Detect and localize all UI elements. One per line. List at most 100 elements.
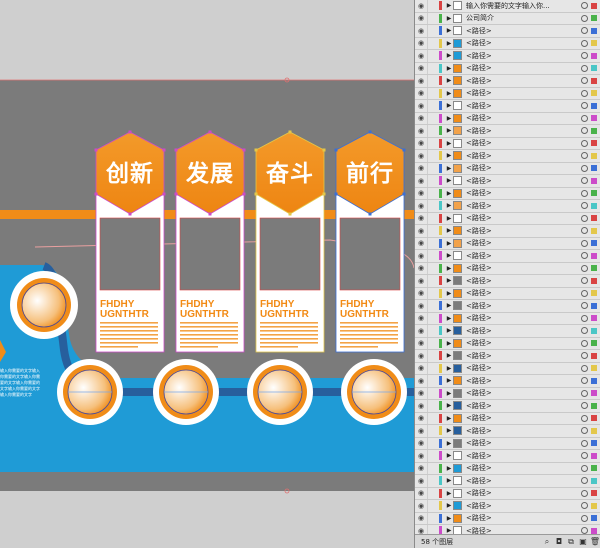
visibility-eye-icon[interactable]: ◉ <box>415 388 427 400</box>
layer-row[interactable]: ◉ ▶ <路径> <box>415 362 600 375</box>
selection-square[interactable] <box>591 127 597 134</box>
expand-arrow-icon[interactable]: ▶ <box>445 515 453 522</box>
visibility-eye-icon[interactable]: ◉ <box>415 300 427 312</box>
selection-square[interactable] <box>591 90 597 97</box>
layer-row[interactable]: ◉ ▶ <路径> <box>415 500 600 513</box>
make-clipping-mask-icon[interactable]: ◘ <box>553 537 565 546</box>
expand-arrow-icon[interactable]: ▶ <box>445 215 453 222</box>
lock-toggle[interactable] <box>427 225 437 237</box>
expand-arrow-icon[interactable]: ▶ <box>445 240 453 247</box>
target-circle-icon[interactable] <box>581 52 588 60</box>
layer-row[interactable]: ◉ ▶ <路径> <box>415 237 600 250</box>
expand-arrow-icon[interactable]: ▶ <box>445 377 453 384</box>
layer-row[interactable]: ◉ ▶ <路径> <box>415 100 600 113</box>
lock-toggle[interactable] <box>427 500 437 512</box>
lock-toggle[interactable] <box>427 12 437 24</box>
visibility-eye-icon[interactable]: ◉ <box>415 175 427 187</box>
selection-square[interactable] <box>591 77 597 84</box>
lock-toggle[interactable] <box>427 112 437 124</box>
target-circle-icon[interactable] <box>581 364 588 372</box>
expand-arrow-icon[interactable]: ▶ <box>445 302 453 309</box>
expand-arrow-icon[interactable]: ▶ <box>445 327 453 334</box>
selection-square[interactable] <box>591 140 597 147</box>
expand-arrow-icon[interactable]: ▶ <box>445 15 453 22</box>
visibility-eye-icon[interactable]: ◉ <box>415 113 427 125</box>
visibility-eye-icon[interactable]: ◉ <box>415 363 427 375</box>
selection-square[interactable] <box>591 365 597 372</box>
target-circle-icon[interactable] <box>581 289 588 297</box>
target-circle-icon[interactable] <box>581 177 588 185</box>
layer-row[interactable]: ◉ ▶ <路径> <box>415 512 600 525</box>
lock-toggle[interactable] <box>427 187 437 199</box>
target-circle-icon[interactable] <box>581 314 588 322</box>
visibility-eye-icon[interactable]: ◉ <box>415 438 427 450</box>
locate-object-icon[interactable]: ⌕ <box>541 537 553 547</box>
lock-toggle[interactable] <box>427 62 437 74</box>
selection-square[interactable] <box>591 165 597 172</box>
visibility-eye-icon[interactable]: ◉ <box>415 288 427 300</box>
layer-row[interactable]: ◉ ▶ <路径> <box>415 287 600 300</box>
target-circle-icon[interactable] <box>581 202 588 210</box>
expand-arrow-icon[interactable]: ▶ <box>445 340 453 347</box>
visibility-eye-icon[interactable]: ◉ <box>415 325 427 337</box>
expand-arrow-icon[interactable]: ▶ <box>445 252 453 259</box>
target-circle-icon[interactable] <box>581 127 588 135</box>
target-circle-icon[interactable] <box>581 489 588 497</box>
target-circle-icon[interactable] <box>581 77 588 85</box>
lock-toggle[interactable] <box>427 450 437 462</box>
selection-square[interactable] <box>591 352 597 359</box>
lock-toggle[interactable] <box>427 512 437 524</box>
lock-toggle[interactable] <box>427 412 437 424</box>
lock-toggle[interactable] <box>427 150 437 162</box>
selection-square[interactable] <box>591 277 597 284</box>
selection-square[interactable] <box>591 240 597 247</box>
new-sublayer-icon[interactable]: ⧉ <box>565 537 577 547</box>
layer-row[interactable]: ◉ ▶ <路径> <box>415 275 600 288</box>
target-circle-icon[interactable] <box>581 277 588 285</box>
layer-row[interactable]: ◉ ▶ <路径> <box>415 150 600 163</box>
lock-toggle[interactable] <box>427 362 437 374</box>
lock-toggle[interactable] <box>427 100 437 112</box>
target-circle-icon[interactable] <box>581 352 588 360</box>
lock-toggle[interactable] <box>427 400 437 412</box>
expand-arrow-icon[interactable]: ▶ <box>445 290 453 297</box>
selection-square[interactable] <box>591 152 597 159</box>
target-circle-icon[interactable] <box>581 39 588 47</box>
target-circle-icon[interactable] <box>581 302 588 310</box>
selection-square[interactable] <box>591 27 597 34</box>
layer-row[interactable]: ◉ ▶ <路径> <box>415 350 600 363</box>
selection-square[interactable] <box>591 465 597 472</box>
target-circle-icon[interactable] <box>581 227 588 235</box>
layer-row[interactable]: ◉ ▶ <路径> <box>415 212 600 225</box>
expand-arrow-icon[interactable]: ▶ <box>445 40 453 47</box>
visibility-eye-icon[interactable]: ◉ <box>415 350 427 362</box>
lock-toggle[interactable] <box>427 287 437 299</box>
lock-toggle[interactable] <box>427 350 437 362</box>
layer-row[interactable]: ◉ ▶ <路径> <box>415 475 600 488</box>
visibility-eye-icon[interactable]: ◉ <box>415 338 427 350</box>
lock-toggle[interactable] <box>427 50 437 62</box>
selection-square[interactable] <box>591 65 597 72</box>
layer-row[interactable]: ◉ ▶ <路径> <box>415 112 600 125</box>
lock-toggle[interactable] <box>427 162 437 174</box>
layer-row[interactable]: ◉ ▶ <路径> <box>415 337 600 350</box>
visibility-eye-icon[interactable]: ◉ <box>415 150 427 162</box>
layer-row[interactable]: ◉ ▶ <路径> <box>415 412 600 425</box>
expand-arrow-icon[interactable]: ▶ <box>445 52 453 59</box>
visibility-eye-icon[interactable]: ◉ <box>415 125 427 137</box>
expand-arrow-icon[interactable]: ▶ <box>445 115 453 122</box>
layer-row[interactable]: ◉ ▶ <路径> <box>415 50 600 63</box>
layer-row[interactable]: ◉ ▶ <路径> <box>415 487 600 500</box>
visibility-eye-icon[interactable]: ◉ <box>415 488 427 500</box>
selection-square[interactable] <box>591 527 597 534</box>
layer-row[interactable]: ◉ ▶ <路径> <box>415 125 600 138</box>
new-layer-icon[interactable]: ▣ <box>577 537 589 546</box>
layer-row[interactable]: ◉ ▶ <路径> <box>415 425 600 438</box>
target-circle-icon[interactable] <box>581 139 588 147</box>
target-circle-icon[interactable] <box>581 102 588 110</box>
expand-arrow-icon[interactable]: ▶ <box>445 477 453 484</box>
expand-arrow-icon[interactable]: ▶ <box>445 265 453 272</box>
expand-arrow-icon[interactable]: ▶ <box>445 402 453 409</box>
target-circle-icon[interactable] <box>581 114 588 122</box>
target-circle-icon[interactable] <box>581 514 588 522</box>
